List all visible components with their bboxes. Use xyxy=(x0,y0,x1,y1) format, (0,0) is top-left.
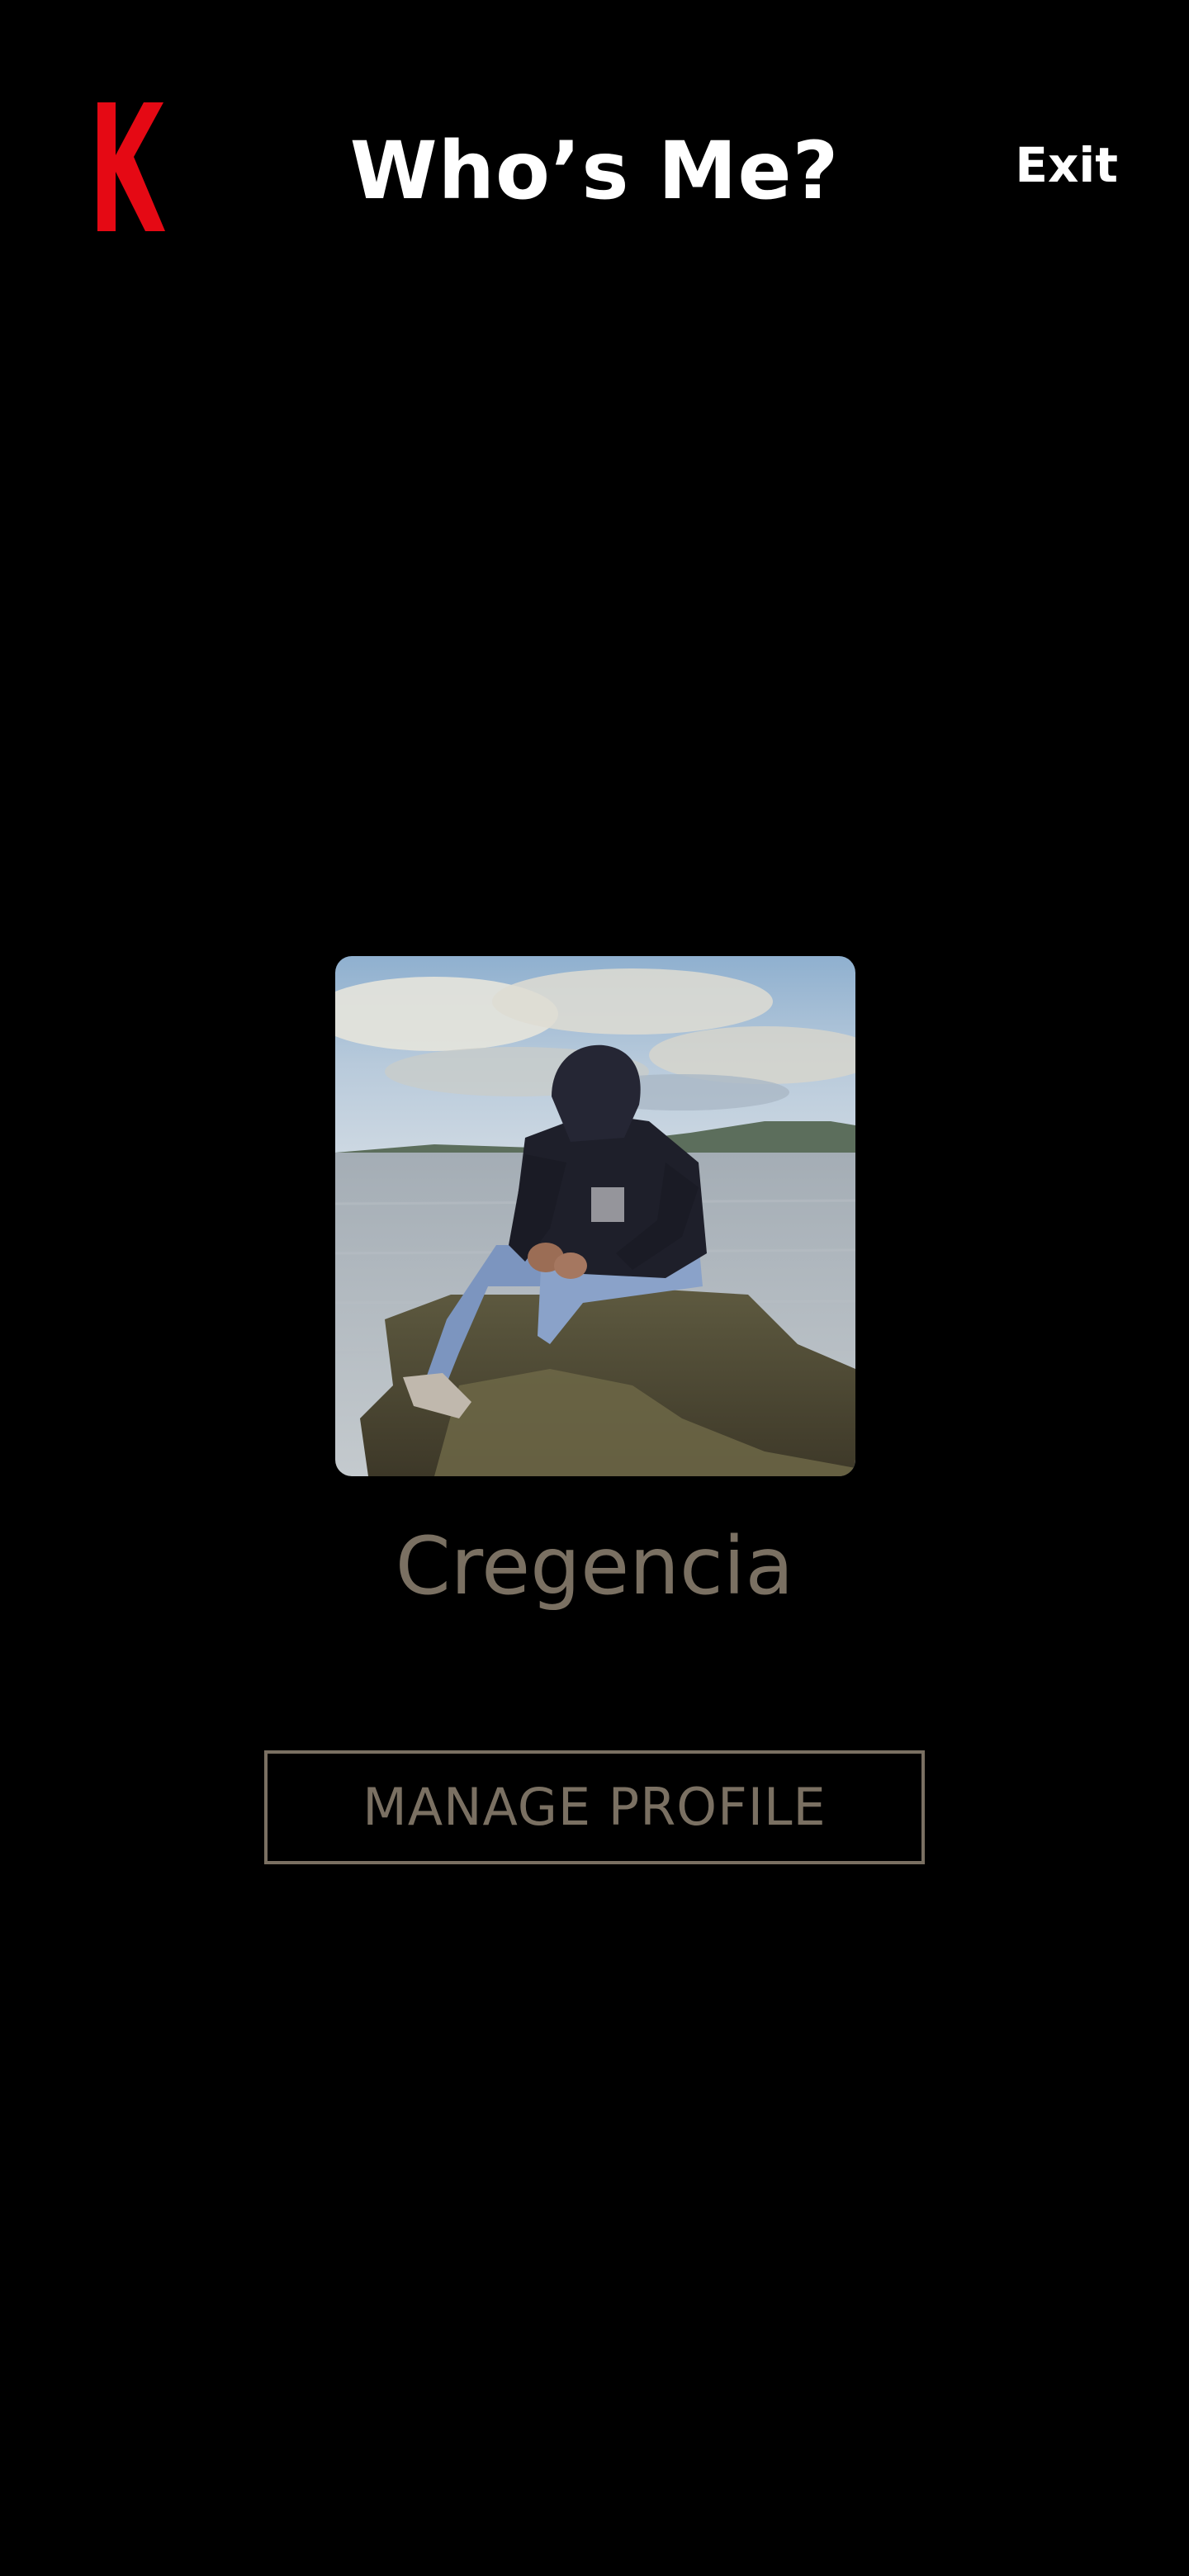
exit-button[interactable]: Exit xyxy=(1015,132,1118,198)
profile-avatar[interactable] xyxy=(335,956,855,1476)
page-title: Who’s Me? xyxy=(349,125,840,217)
profile-photo-icon xyxy=(335,956,855,1476)
profile-name: Cregencia xyxy=(395,1520,794,1612)
manage-profile-button[interactable]: MANAGE PROFILE xyxy=(264,1750,925,1864)
header: Who’s Me? Exit xyxy=(0,0,1189,347)
